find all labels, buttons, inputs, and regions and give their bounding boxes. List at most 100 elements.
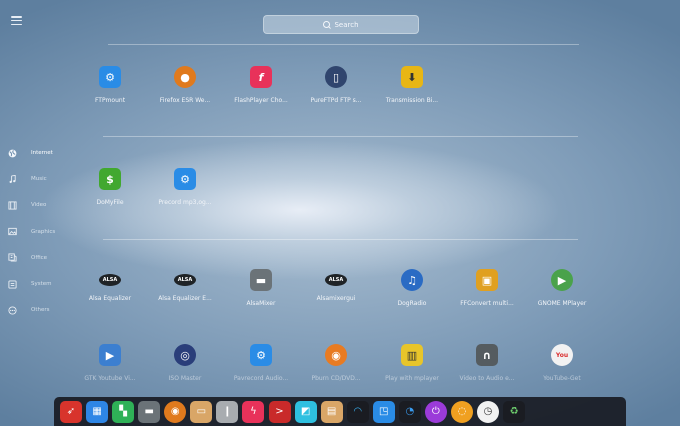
app-pburn[interactable]: ◉ Pburn CD/DVD... xyxy=(298,344,374,382)
app-precord[interactable]: ⚙ Precord mp3,og... xyxy=(147,168,223,206)
section-divider xyxy=(108,44,579,45)
sidebar-item-video[interactable]: Video xyxy=(8,192,68,218)
search-label: Search xyxy=(334,20,359,29)
app-label: Pavrecord Audio... xyxy=(233,375,289,382)
app-alsa-equalizer[interactable]: ALSA Alsa Equalizer xyxy=(72,269,148,302)
document-icon[interactable]: ❙ xyxy=(216,400,239,423)
app-label: Alsa Equalizer xyxy=(88,295,132,302)
sidebar-item-label: Office xyxy=(31,254,48,261)
app-ffconvert[interactable]: ▣ FFConvert multi... xyxy=(449,269,525,307)
app-label: PureFTPd FTP s... xyxy=(310,97,362,104)
app-gnome-mplayer[interactable]: ▶ GNOME MPlayer xyxy=(524,269,600,307)
app-label: FTPmount xyxy=(94,97,126,104)
app-label: FlashPlayer Cho... xyxy=(234,97,288,104)
gear-icon: ⚙ xyxy=(99,66,121,88)
app-label: Firefox ESR We... xyxy=(159,97,211,104)
app-gtk-youtube[interactable]: ▶ GTK Youtube Vi... xyxy=(72,344,148,382)
app-domyfile[interactable]: $ DoMyFile xyxy=(72,168,148,206)
sidebar-item-graphics[interactable]: Graphics xyxy=(8,219,68,245)
sidebar-item-others[interactable]: Others xyxy=(8,297,68,323)
sidebar-item-label: System xyxy=(31,281,52,288)
firefox-icon: ● xyxy=(174,66,196,88)
app-label: Alsamixergui xyxy=(316,295,356,302)
rocket-icon[interactable]: ➶ xyxy=(60,400,82,423)
globe-icon xyxy=(8,149,17,158)
app-label: YouTube-Get xyxy=(543,375,581,382)
sidebar-item-label: Video xyxy=(31,202,47,209)
app-play-mplayer[interactable]: ▥ Play with mplayer xyxy=(374,344,450,382)
app-dogradio[interactable]: ♫ DogRadio xyxy=(374,269,450,307)
system-icon xyxy=(8,279,17,289)
app-pavrecord[interactable]: ⚙ Pavrecord Audio... xyxy=(223,344,299,382)
app-label: Pburn CD/DVD... xyxy=(311,375,361,382)
dollar-icon: $ xyxy=(99,168,121,190)
gear-icon: ⚙ xyxy=(174,168,196,190)
mixer-icon[interactable]: ▬ xyxy=(138,400,161,423)
alsa-icon: ALSA xyxy=(174,274,196,286)
image-icon xyxy=(8,227,17,236)
headphones-icon: ♫ xyxy=(401,269,423,291)
app-label: GTK Youtube Vi... xyxy=(84,375,136,382)
app-alsa-equalizer-e[interactable]: ALSA Alsa Equalizer E... xyxy=(147,269,223,302)
category-sidebar: Internet Music Video Graphics Office Sys… xyxy=(8,140,68,323)
sidebar-item-label: Others xyxy=(31,307,50,314)
terminal-icon[interactable]: > xyxy=(268,400,291,423)
folder-icon[interactable]: ▭ xyxy=(190,400,213,423)
menu-icon[interactable] xyxy=(11,16,22,26)
sidebar-item-label: Internet xyxy=(31,150,53,157)
file-manager-icon[interactable]: ▤ xyxy=(320,400,343,423)
section-divider xyxy=(103,136,578,137)
mixer-icon: ▬ xyxy=(250,269,272,291)
sidebar-item-label: Graphics xyxy=(31,228,56,235)
app-alsamixer[interactable]: ▬ AlsaMixer xyxy=(223,269,299,307)
app-label: GNOME MPlayer xyxy=(537,300,587,307)
app-firefox[interactable]: ● Firefox ESR We... xyxy=(147,66,223,104)
wifi-icon[interactable]: ◠ xyxy=(346,400,369,423)
app-pureftpd[interactable]: ▯ PureFTPd FTP s... xyxy=(298,66,374,104)
app-label: Transmission Bi... xyxy=(385,97,439,104)
grid-icon[interactable]: ▚ xyxy=(112,400,135,423)
calendar-icon[interactable]: ▦ xyxy=(86,400,109,423)
note-icon[interactable]: ◩ xyxy=(294,400,317,423)
power-icon[interactable]: ⏻ xyxy=(424,400,447,423)
film-icon: ▥ xyxy=(401,344,423,366)
flash-icon[interactable]: ϟ xyxy=(242,400,265,423)
app-transmission[interactable]: ⬇ Transmission Bi... xyxy=(374,66,450,104)
search-input[interactable]: Search xyxy=(263,15,419,34)
youtube-viewer-icon: ▶ xyxy=(99,344,121,366)
youtube-icon: You xyxy=(551,344,573,366)
office-icon xyxy=(8,253,17,262)
app-flashplayer[interactable]: f FlashPlayer Cho... xyxy=(223,66,299,104)
gear-icon: ⚙ xyxy=(250,344,272,366)
monitor-icon[interactable]: ◳ xyxy=(372,400,395,423)
sidebar-item-label: Music xyxy=(31,176,47,183)
clock-icon[interactable]: ◷ xyxy=(477,400,499,423)
alsa-icon: ALSA xyxy=(325,274,347,286)
trash-icon[interactable]: ♻ xyxy=(503,400,526,423)
sidebar-item-internet[interactable]: Internet xyxy=(8,140,68,166)
sidebar-item-office[interactable]: Office xyxy=(8,245,68,271)
convert-icon: ▣ xyxy=(476,269,498,291)
app-alsamixergui[interactable]: ALSA Alsamixergui xyxy=(298,269,374,302)
alsa-icon: ALSA xyxy=(99,274,121,286)
play-icon: ▶ xyxy=(551,269,573,291)
flash-icon: f xyxy=(250,66,272,88)
download-icon: ⬇ xyxy=(401,66,423,88)
section-divider xyxy=(103,239,578,240)
sidebar-item-system[interactable]: System xyxy=(8,271,68,297)
sidebar-item-music[interactable]: Music xyxy=(8,166,68,192)
app-iso-master[interactable]: ◎ ISO Master xyxy=(147,344,223,382)
app-youtube-get[interactable]: You YouTube-Get xyxy=(524,344,600,382)
music-note-icon xyxy=(8,174,17,184)
firefox-icon[interactable]: ◉ xyxy=(164,400,187,423)
disc-icon: ◎ xyxy=(174,344,196,366)
spinner-icon[interactable]: ◔ xyxy=(398,400,421,423)
orange-ring-icon[interactable]: ◌ xyxy=(450,400,473,423)
app-label: Precord mp3,og... xyxy=(158,199,212,206)
others-icon xyxy=(8,306,17,315)
app-ftpmount[interactable]: ⚙ FTPmount xyxy=(72,66,148,104)
search-icon xyxy=(323,21,331,28)
app-label: Video to Audio e... xyxy=(459,375,515,382)
app-label: ISO Master xyxy=(168,375,202,382)
app-video-to-audio[interactable]: ∩ Video to Audio e... xyxy=(449,344,525,382)
